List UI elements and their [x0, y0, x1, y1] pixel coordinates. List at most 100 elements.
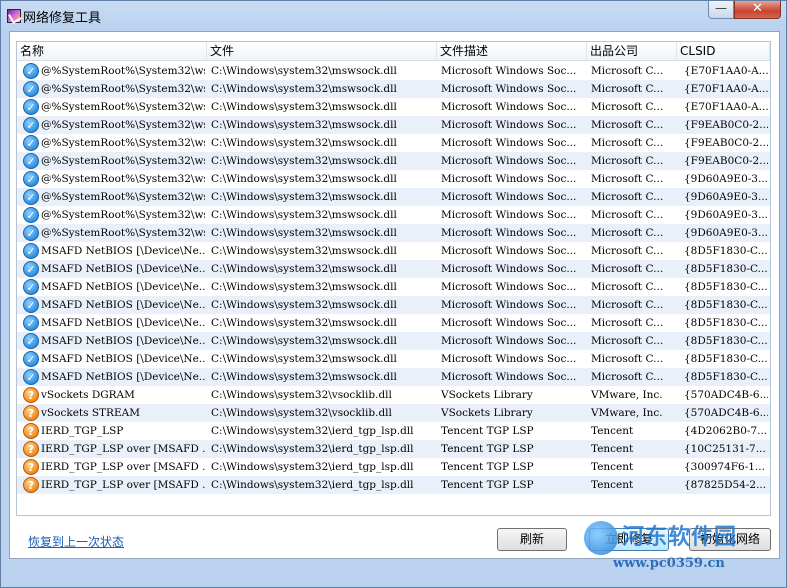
cell-file: C:\Windows\system32\mswsock.dll — [211, 371, 397, 383]
cell-description: Tencent TGP LSP — [441, 425, 534, 437]
cell-file: C:\Windows\system32\mswsock.dll — [211, 191, 397, 203]
restore-previous-state-link[interactable]: 恢复到上一次状态 — [28, 533, 124, 550]
cell-clsid: {8D5F1830-C... — [684, 263, 768, 275]
table-row[interactable]: ? IERD_TGP_LSP C:\Windows\system32\ierd_tg… — [17, 422, 770, 440]
check-circle-icon: ✓ — [23, 207, 39, 223]
refresh-button[interactable]: 刷新 — [497, 528, 567, 551]
table-row[interactable]: ✓ MSAFD NetBIOS [\Device\Ne... C:\Windows\… — [17, 368, 770, 386]
cell-description: Microsoft Windows Soc... — [441, 155, 577, 167]
table-row[interactable]: ✓ MSAFD NetBIOS [\Device\Ne... C:\Windows\… — [17, 332, 770, 350]
table-row[interactable]: ? vSockets STREAM C:\Windows\system32\vsoc… — [17, 404, 770, 422]
table-row[interactable]: ? IERD_TGP_LSP over [MSAFD ... C:\Windows\… — [17, 476, 770, 494]
check-circle-icon: ✓ — [23, 261, 39, 277]
cell-company: Microsoft C... — [591, 227, 664, 239]
cell-file: C:\Windows\system32\mswsock.dll — [211, 299, 397, 311]
table-row[interactable]: ✓ @%SystemRoot%\System32\ws... C:\Windows\… — [17, 152, 770, 170]
table-row[interactable]: ✓ @%SystemRoot%\System32\ws... C:\Windows\… — [17, 170, 770, 188]
cell-name: @%SystemRoot%\System32\ws... — [41, 119, 205, 131]
column-header-file[interactable]: 文件 — [207, 42, 437, 60]
cell-name: @%SystemRoot%\System32\ws... — [41, 209, 205, 221]
cell-name: MSAFD NetBIOS [\Device\Ne... — [41, 353, 205, 365]
cell-clsid: {F9EAB0C0-2... — [684, 137, 768, 149]
cell-name: MSAFD NetBIOS [\Device\Ne... — [41, 263, 205, 275]
table-row[interactable]: ✓ MSAFD NetBIOS [\Device\Ne... C:\Windows\… — [17, 242, 770, 260]
table-row[interactable]: ✓ @%SystemRoot%\System32\ws... C:\Windows\… — [17, 134, 770, 152]
column-header-company[interactable]: 出品公司 — [587, 42, 677, 60]
cell-file: C:\Windows\system32\vsocklib.dll — [211, 407, 392, 419]
column-header-description[interactable]: 文件描述 — [437, 42, 587, 60]
check-circle-icon: ✓ — [23, 315, 39, 331]
table-row[interactable]: ? IERD_TGP_LSP over [MSAFD ... C:\Windows\… — [17, 440, 770, 458]
cell-file: C:\Windows\system32\mswsock.dll — [211, 155, 397, 167]
cell-description: Microsoft Windows Soc... — [441, 353, 577, 365]
question-circle-icon: ? — [23, 441, 39, 457]
table-row[interactable]: ✓ MSAFD NetBIOS [\Device\Ne... C:\Windows\… — [17, 296, 770, 314]
table-row[interactable]: ? vSockets DGRAM C:\Windows\system32\vsock… — [17, 386, 770, 404]
check-circle-icon: ✓ — [23, 333, 39, 349]
question-circle-icon: ? — [23, 405, 39, 421]
cell-clsid: {10C25131-7... — [684, 443, 766, 455]
close-button[interactable]: ✕ — [734, 1, 781, 19]
column-header-name[interactable]: 名称 — [17, 42, 207, 60]
cell-description: Microsoft Windows Soc... — [441, 191, 577, 203]
table-row[interactable]: ✓ @%SystemRoot%\System32\ws... C:\Windows\… — [17, 80, 770, 98]
question-circle-icon: ? — [23, 459, 39, 475]
cell-clsid: {9D60A9E0-3... — [684, 209, 768, 221]
table-row[interactable]: ✓ @%SystemRoot%\System32\ws... C:\Windows\… — [17, 62, 770, 80]
cell-description: Tencent TGP LSP — [441, 479, 534, 491]
title-bar[interactable]: 网络修复工具 — ✕ — [1, 1, 786, 31]
cell-clsid: {E70F1AA0-A... — [684, 65, 768, 77]
cell-company: VMware, Inc. — [591, 389, 663, 401]
cell-company: Microsoft C... — [591, 191, 664, 203]
cell-clsid: {8D5F1830-C... — [684, 317, 768, 329]
cell-file: C:\Windows\system32\mswsock.dll — [211, 245, 397, 257]
cell-description: Tencent TGP LSP — [441, 461, 534, 473]
check-circle-icon: ✓ — [23, 81, 39, 97]
cell-company: Microsoft C... — [591, 209, 664, 221]
table-row[interactable]: ✓ MSAFD NetBIOS [\Device\Ne... C:\Windows\… — [17, 314, 770, 332]
table-row[interactable]: ✓ @%SystemRoot%\System32\ws... C:\Windows\… — [17, 224, 770, 242]
cell-name: MSAFD NetBIOS [\Device\Ne... — [41, 281, 205, 293]
cell-company: Microsoft C... — [591, 83, 664, 95]
check-circle-icon: ✓ — [23, 99, 39, 115]
cell-file: C:\Windows\system32\mswsock.dll — [211, 353, 397, 365]
table-row[interactable]: ✓ @%SystemRoot%\System32\ws... C:\Windows\… — [17, 206, 770, 224]
table-row[interactable]: ? IERD_TGP_LSP over [MSAFD ... C:\Windows\… — [17, 458, 770, 476]
app-window: 网络修复工具 — ✕ 名称 文件 文件描述 出品公司 CLSID ✓ @%Syst… — [0, 0, 787, 588]
cell-company: Tencent — [591, 461, 634, 473]
cell-description: Microsoft Windows Soc... — [441, 83, 577, 95]
cell-file: C:\Windows\system32\mswsock.dll — [211, 65, 397, 77]
cell-name: @%SystemRoot%\System32\ws... — [41, 65, 205, 77]
table-row[interactable]: ✓ @%SystemRoot%\System32\ws... C:\Windows\… — [17, 188, 770, 206]
cell-company: Microsoft C... — [591, 173, 664, 185]
table-row[interactable]: ✓ @%SystemRoot%\System32\ws... C:\Windows\… — [17, 98, 770, 116]
cell-clsid: {F9EAB0C0-2... — [684, 155, 768, 167]
table-row[interactable]: ✓ MSAFD NetBIOS [\Device\Ne... C:\Windows\… — [17, 260, 770, 278]
cell-name: @%SystemRoot%\System32\ws... — [41, 137, 205, 149]
column-header-clsid[interactable]: CLSID — [677, 42, 770, 60]
cell-file: C:\Windows\system32\ierd_tgp_lsp.dll — [211, 479, 414, 491]
cell-company: Microsoft C... — [591, 263, 664, 275]
table-row[interactable]: ✓ MSAFD NetBIOS [\Device\Ne... C:\Windows\… — [17, 278, 770, 296]
cell-clsid: {87825D54-2... — [684, 479, 767, 491]
table-row[interactable]: ✓ @%SystemRoot%\System32\ws... C:\Windows\… — [17, 116, 770, 134]
watermark-url: www.pc0359.cn — [613, 556, 725, 571]
cell-clsid: {570ADC4B-6... — [684, 407, 768, 419]
cell-file: C:\Windows\system32\mswsock.dll — [211, 119, 397, 131]
table-row[interactable]: ✓ MSAFD NetBIOS [\Device\Ne... C:\Windows\… — [17, 350, 770, 368]
cell-name: IERD_TGP_LSP over [MSAFD ... — [41, 461, 205, 473]
cell-description: Microsoft Windows Soc... — [441, 65, 577, 77]
cell-company: VMware, Inc. — [591, 407, 663, 419]
cell-clsid: {9D60A9E0-3... — [684, 227, 768, 239]
minimize-button[interactable]: — — [708, 1, 734, 19]
cell-clsid: {300974F6-1... — [684, 461, 765, 473]
cell-name: MSAFD NetBIOS [\Device\Ne... — [41, 245, 205, 257]
check-circle-icon: ✓ — [23, 369, 39, 385]
lsp-list[interactable]: 名称 文件 文件描述 出品公司 CLSID ✓ @%SystemRoot%\Sys… — [16, 41, 771, 516]
cell-file: C:\Windows\system32\mswsock.dll — [211, 137, 397, 149]
cell-company: Microsoft C... — [591, 137, 664, 149]
cell-name: vSockets DGRAM — [41, 389, 135, 401]
cell-clsid: {8D5F1830-C... — [684, 353, 768, 365]
cell-description: VSockets Library — [441, 407, 533, 419]
cell-clsid: {8D5F1830-C... — [684, 371, 768, 383]
